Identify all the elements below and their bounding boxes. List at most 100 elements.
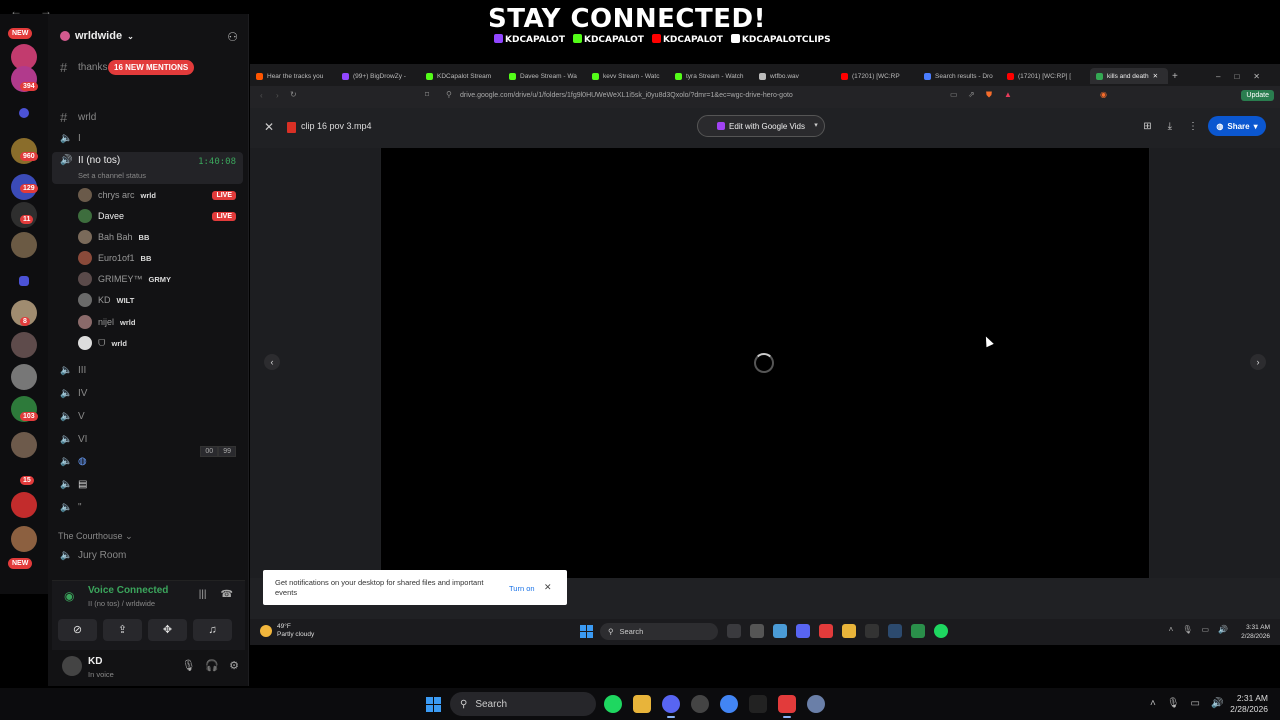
- add-comment-icon[interactable]: ⊞: [1143, 121, 1151, 132]
- voice-channel-ii[interactable]: 🔊 II (no tos): [60, 155, 120, 166]
- voice-channel-quote[interactable]: 🔈 ": [60, 502, 82, 513]
- voice-channel-v[interactable]: 🔈 V: [60, 411, 85, 422]
- url-input[interactable]: drive.google.com/drive/u/1/folders/1fg9l…: [460, 92, 793, 99]
- bookmark-icon[interactable]: ⌑: [425, 90, 429, 99]
- avatar[interactable]: [62, 656, 82, 676]
- reload-icon[interactable]: ↻: [290, 90, 297, 99]
- microphone-icon[interactable]: 🎙: [1167, 698, 1180, 709]
- channel-thanks[interactable]: # thanks: [60, 60, 107, 75]
- gear-icon[interactable]: ⚙: [229, 659, 239, 672]
- voice-user[interactable]: Bah Bah BB: [78, 230, 149, 244]
- next-file-button[interactable]: ›: [1250, 354, 1266, 370]
- forward-icon[interactable]: ›: [276, 91, 279, 100]
- channel-wrld[interactable]: # wrld: [60, 110, 96, 125]
- user-name[interactable]: KD: [88, 656, 102, 667]
- screen-share-button[interactable]: ⇪: [103, 619, 142, 641]
- share-page-icon[interactable]: ⇗: [968, 90, 975, 99]
- browser-tab[interactable]: Search results - Dro: [924, 68, 1002, 84]
- server-icon[interactable]: [11, 332, 37, 358]
- server-icon[interactable]: [11, 232, 37, 258]
- mentions-pill[interactable]: 16 NEW MENTIONS: [108, 60, 195, 75]
- video-player[interactable]: [381, 148, 1149, 578]
- server-icon[interactable]: [11, 364, 37, 390]
- brave-shield-icon[interactable]: ⛊: [986, 90, 992, 100]
- download-icon[interactable]: ⤓: [1168, 121, 1172, 132]
- activities-button[interactable]: ✥: [148, 619, 187, 641]
- more-options-icon[interactable]: ⋮: [1188, 121, 1198, 132]
- server-name[interactable]: wrldwide ⌄: [60, 30, 134, 42]
- brave-rewards-icon[interactable]: ▲: [1004, 90, 1012, 99]
- clock[interactable]: 3:31 AM 2/28/2026: [1241, 623, 1270, 641]
- close-icon[interactable]: ✕: [1253, 72, 1260, 81]
- soundboard-button[interactable]: ♫: [193, 619, 232, 641]
- close-icon[interactable]: ✕: [1153, 72, 1158, 80]
- display-icon[interactable]: ▭: [1191, 698, 1200, 709]
- weather-widget[interactable]: 49°F Partly cloudy: [260, 623, 314, 639]
- new-tab-icon[interactable]: +: [1172, 68, 1184, 84]
- browser-tab[interactable]: tyra Stream - Watch: [675, 68, 755, 84]
- windows-start-icon[interactable]: [580, 625, 593, 638]
- xbox-icon[interactable]: [911, 624, 925, 638]
- discord-icon[interactable]: [796, 624, 810, 638]
- turn-on-button[interactable]: Turn on: [509, 584, 535, 593]
- brave-icon[interactable]: [819, 624, 833, 638]
- edit-dropdown-icon[interactable]: ▾: [806, 115, 826, 137]
- signal-icon[interactable]: ◉: [64, 589, 74, 603]
- voice-user[interactable]: Davee: [78, 209, 124, 223]
- noise-suppression-icon[interactable]: |||: [199, 589, 207, 600]
- browser-tab[interactable]: (99+) BigDrowZy -: [342, 68, 420, 84]
- chevron-up-icon[interactable]: ˄: [1169, 625, 1174, 634]
- voice-channel-i[interactable]: 🔈 I: [60, 133, 81, 144]
- chrome-icon[interactable]: [720, 695, 738, 713]
- disconnect-icon[interactable]: ☎: [221, 589, 233, 600]
- settings-icon[interactable]: [807, 695, 825, 713]
- app-icon[interactable]: [749, 695, 767, 713]
- browser-tab[interactable]: Davee Stream - Wa: [509, 68, 587, 84]
- voice-user[interactable]: Euro1of1 BB: [78, 251, 151, 265]
- brave-icon[interactable]: [778, 695, 796, 718]
- update-button[interactable]: Update: [1241, 90, 1274, 101]
- voice-channel-vi[interactable]: 🔈 VI: [60, 434, 87, 445]
- voice-user[interactable]: nijel wrld: [78, 315, 135, 329]
- spotify-icon[interactable]: [604, 695, 622, 713]
- close-icon[interactable]: ✕: [544, 582, 552, 593]
- back-icon[interactable]: ‹: [260, 91, 263, 100]
- server-icon[interactable]: [11, 492, 37, 518]
- previous-file-button[interactable]: ‹: [264, 354, 280, 370]
- volume-icon[interactable]: 🔊: [1218, 625, 1228, 634]
- browser-tab[interactable]: kevv Stream - Watc: [592, 68, 670, 84]
- voice-user[interactable]: GRIMEY™ GRMY: [78, 272, 171, 286]
- chevron-up-icon[interactable]: ˄: [1150, 698, 1156, 709]
- extension-icon[interactable]: ◉: [1100, 90, 1107, 99]
- voice-channel-jury[interactable]: 🔈 Jury Room: [60, 550, 126, 561]
- browser-tab-active[interactable]: kills and death ✕: [1090, 68, 1168, 84]
- server-icon[interactable]: [11, 526, 37, 552]
- file-explorer-icon[interactable]: [633, 695, 651, 713]
- invite-icon[interactable]: ⚇: [227, 30, 238, 44]
- microphone-icon[interactable]: 🎙: [181, 659, 195, 672]
- voice-channel-globe[interactable]: 🔈 ◍: [60, 456, 87, 467]
- voice-user[interactable]: KD WILT: [78, 293, 134, 307]
- epic-games-icon[interactable]: [865, 624, 879, 638]
- clock[interactable]: 2:31 AM 2/28/2026: [1230, 693, 1268, 715]
- file-explorer-icon[interactable]: [842, 624, 856, 638]
- close-viewer-icon[interactable]: ✕: [264, 120, 274, 134]
- microphone-icon[interactable]: 🎙: [1182, 625, 1192, 634]
- steam-icon[interactable]: [888, 624, 902, 638]
- minimize-icon[interactable]: –: [1216, 72, 1220, 81]
- cast-icon[interactable]: ▭: [950, 90, 958, 99]
- folder-icon[interactable]: [19, 276, 29, 286]
- search-box[interactable]: ⚲ Search: [600, 623, 718, 640]
- site-info-icon[interactable]: ⚲: [446, 90, 452, 99]
- voice-channel-iv[interactable]: 🔈 IV: [60, 388, 87, 399]
- voice-user[interactable]: ᗜ wrld: [78, 336, 127, 350]
- discord-icon[interactable]: [662, 695, 680, 718]
- app-icon[interactable]: [773, 624, 787, 638]
- maximize-icon[interactable]: □: [1234, 72, 1239, 81]
- share-button[interactable]: ◍ Share ▾: [1208, 116, 1266, 136]
- server-icon[interactable]: [11, 432, 37, 458]
- camera-off-button[interactable]: ⊘: [58, 619, 97, 641]
- task-view-icon[interactable]: [727, 624, 741, 638]
- app-icon[interactable]: [750, 624, 764, 638]
- volume-icon[interactable]: 🔊: [1211, 698, 1223, 709]
